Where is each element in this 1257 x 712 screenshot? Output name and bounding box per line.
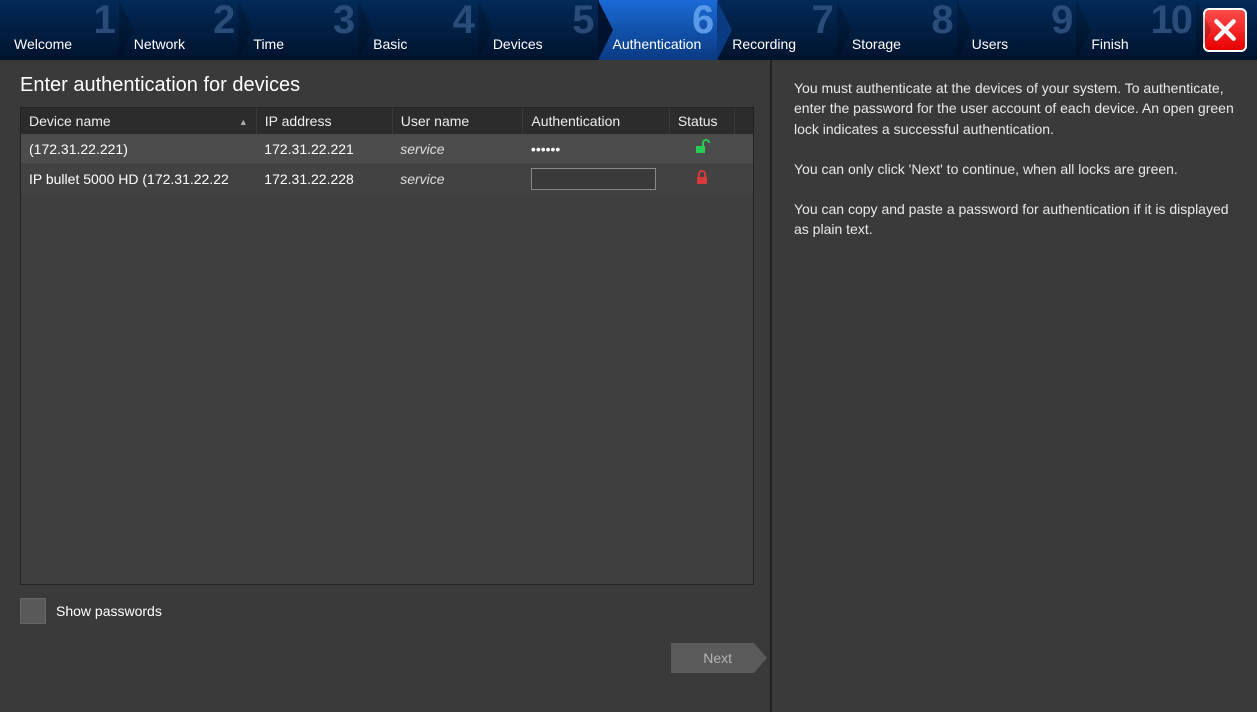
password-input[interactable]	[531, 168, 656, 190]
step-label: Recording	[732, 36, 796, 52]
step-label: Users	[972, 36, 1009, 52]
step-number: 10	[1151, 0, 1192, 43]
step-number: 7	[812, 0, 832, 43]
step-number: 2	[213, 0, 233, 43]
step-label: Storage	[852, 36, 901, 52]
table-row[interactable]: (172.31.22.221) 172.31.22.221 service ••…	[21, 134, 753, 163]
step-recording[interactable]: 7 Recording	[718, 0, 838, 60]
col-header-auth[interactable]: Authentication	[523, 108, 669, 134]
step-label: Welcome	[14, 36, 72, 52]
step-number: 5	[572, 0, 592, 43]
table-row[interactable]: IP bullet 5000 HD (172.31.22.22 172.31.2…	[21, 163, 753, 195]
step-devices[interactable]: 5 Devices	[479, 0, 599, 60]
step-label: Time	[253, 36, 284, 52]
step-label: Basic	[373, 36, 407, 52]
cell-auth[interactable]: ••••••	[523, 134, 669, 163]
step-number: 8	[931, 0, 951, 43]
step-label: Authentication	[613, 36, 702, 52]
cell-user: service	[392, 134, 523, 163]
step-number: 4	[453, 0, 473, 43]
step-label: Network	[134, 36, 185, 52]
unlocked-icon	[693, 139, 711, 158]
close-icon	[1212, 17, 1238, 43]
step-number: 9	[1051, 0, 1071, 43]
next-button[interactable]: Next	[671, 643, 754, 673]
step-number: 1	[93, 0, 113, 43]
step-welcome[interactable]: 1 Welcome	[0, 0, 120, 60]
step-number: 3	[333, 0, 353, 43]
cell-device-name: IP bullet 5000 HD (172.31.22.22	[21, 163, 256, 195]
cell-ip: 172.31.22.228	[256, 163, 392, 195]
col-header-status[interactable]: Status	[669, 108, 734, 134]
step-storage[interactable]: 8 Storage	[838, 0, 958, 60]
cell-auth	[523, 163, 669, 195]
step-time[interactable]: 3 Time	[239, 0, 359, 60]
scrollbar-gutter	[734, 108, 753, 134]
cell-status	[669, 134, 734, 163]
step-finish[interactable]: 10 Finish	[1077, 0, 1197, 60]
step-network[interactable]: 2 Network	[120, 0, 240, 60]
step-basic[interactable]: 4 Basic	[359, 0, 479, 60]
help-text: You must authenticate at the devices of …	[794, 78, 1235, 139]
step-users[interactable]: 9 Users	[958, 0, 1078, 60]
help-panel: You must authenticate at the devices of …	[770, 60, 1257, 712]
wizard-stepper: 1 Welcome 2 Network 3 Time 4 Basic 5 Dev…	[0, 0, 1257, 60]
page-title: Enter authentication for devices	[20, 74, 754, 97]
step-authentication[interactable]: 6 Authentication	[599, 0, 719, 60]
help-text: You can copy and paste a password for au…	[794, 199, 1235, 240]
show-passwords-label[interactable]: Show passwords	[56, 603, 162, 619]
cell-user: service	[392, 163, 523, 195]
devices-table: Device name IP address User name Authent…	[20, 107, 754, 585]
step-label: Finish	[1091, 36, 1128, 52]
col-header-user[interactable]: User name	[392, 108, 523, 134]
step-label: Devices	[493, 36, 543, 52]
show-passwords-checkbox[interactable]	[20, 598, 46, 624]
locked-icon	[695, 170, 709, 189]
col-header-device-name[interactable]: Device name	[21, 108, 256, 134]
help-text: You can only click 'Next' to continue, w…	[794, 159, 1235, 179]
cell-status	[669, 163, 734, 195]
cell-ip: 172.31.22.221	[256, 134, 392, 163]
next-button-label: Next	[703, 650, 732, 666]
col-header-ip[interactable]: IP address	[256, 108, 392, 134]
cell-device-name: (172.31.22.221)	[21, 134, 256, 163]
